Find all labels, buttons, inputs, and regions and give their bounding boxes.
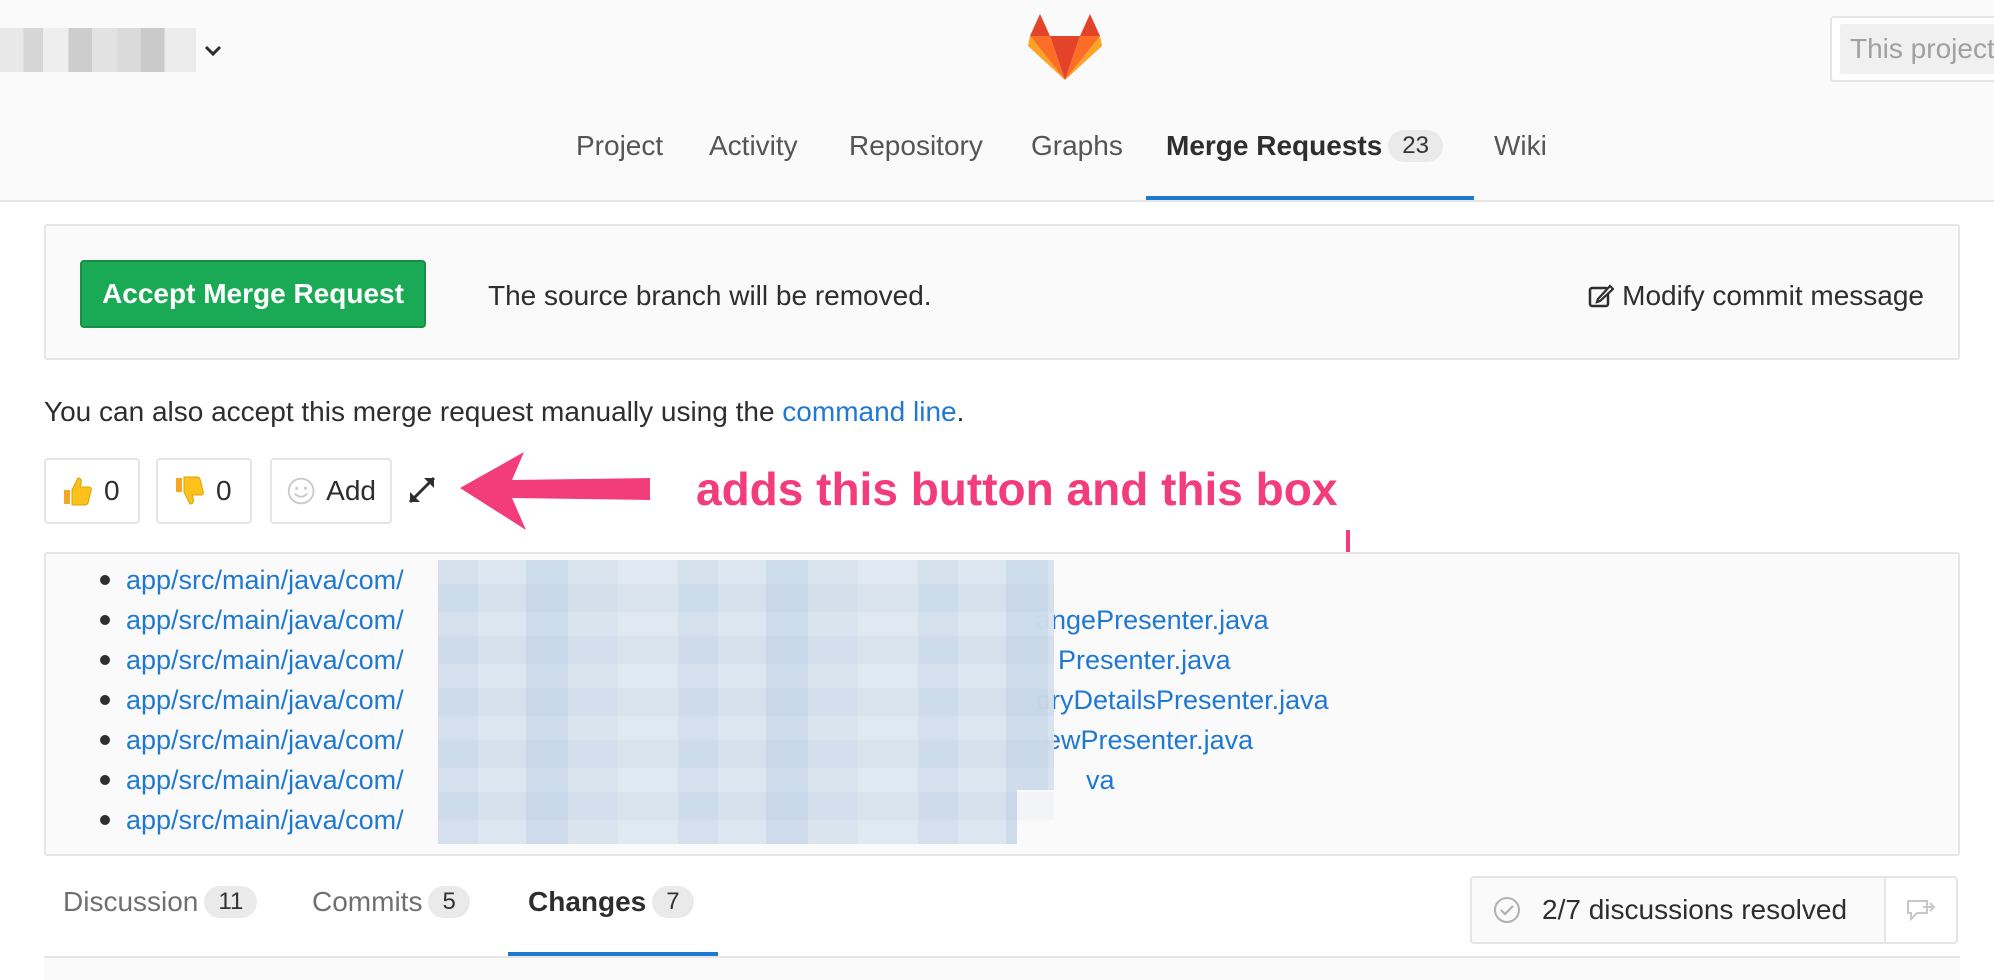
comment-arrow-icon — [1907, 900, 1936, 922]
jump-to-unresolved-button[interactable] — [1884, 876, 1958, 944]
file-path-suffix: angePresenter.java — [1036, 605, 1269, 635]
project-switcher[interactable] — [0, 22, 224, 78]
file-path-prefix: app/src/main/java/com/ — [126, 725, 404, 755]
check-circle-icon — [1494, 897, 1520, 923]
annotation-arrow-icon — [460, 452, 650, 530]
nav-activity[interactable]: Activity — [709, 130, 798, 162]
merge-widget: Accept Merge Request The source branch w… — [44, 224, 1960, 360]
content-strip — [44, 958, 1960, 980]
file-path-prefix: app/src/main/java/com/ — [126, 765, 404, 795]
edit-icon — [1588, 284, 1615, 308]
manual-merge-text: You can also accept this merge request m… — [44, 396, 783, 427]
chevron-down-icon — [204, 45, 222, 57]
file-path-prefix: app/src/main/java/com/ — [126, 605, 404, 635]
file-link[interactable]: app/src/main/java/com/ — [46, 560, 456, 600]
thumbs-up-award-button[interactable]: 0 — [44, 458, 140, 524]
accept-merge-request-button[interactable]: Accept Merge Request — [80, 260, 426, 328]
smiley-icon — [287, 477, 315, 505]
add-award-label: Add — [326, 475, 376, 506]
file-link[interactable]: app/src/main/java/com/va — [46, 760, 1115, 800]
discussions-resolved-status: 2/7 discussions resolved — [1470, 876, 1886, 944]
add-award-button[interactable]: Add — [270, 458, 392, 524]
tab-changes[interactable]: Changes 7 — [528, 886, 694, 918]
changed-files-list: app/src/main/java/com/ app/src/main/java… — [46, 560, 1329, 840]
file-path-suffix: va — [1086, 765, 1115, 795]
file-path-prefix: app/src/main/java/com/ — [126, 565, 404, 595]
tab-changes-label: Changes — [528, 886, 647, 917]
nav-merge-requests-label: Merge Requests — [1166, 130, 1383, 161]
annotation-text: adds this button and this box — [696, 463, 1338, 515]
active-nav-indicator — [1146, 196, 1474, 200]
gitlab-logo-icon[interactable] — [1028, 14, 1102, 82]
file-link[interactable]: app/src/main/java/com/Presenter.java — [46, 640, 1231, 680]
nav-wiki[interactable]: Wiki — [1494, 130, 1547, 162]
manual-merge-hint: You can also accept this merge request m… — [44, 396, 964, 428]
file-link[interactable]: app/src/main/java/com/angePresenter.java — [46, 600, 1269, 640]
source-branch-removed-text: The source branch will be removed. — [488, 280, 932, 311]
command-line-link[interactable]: command line — [782, 396, 956, 427]
redacted-file-paths — [438, 560, 1054, 844]
search-input[interactable]: This project — [1840, 24, 1994, 74]
file-link[interactable]: app/src/main/java/com/ — [46, 800, 456, 840]
thumbs-down-icon — [176, 476, 204, 505]
file-link[interactable]: app/src/main/java/com/ewPresenter.java — [46, 720, 1253, 760]
file-path-suffix: ewPresenter.java — [1046, 725, 1254, 755]
file-link[interactable]: app/src/main/java/com/oryDetailsPresente… — [46, 680, 1329, 720]
file-path-prefix: app/src/main/java/com/ — [126, 685, 404, 715]
changes-count-badge: 7 — [652, 886, 694, 918]
thumbs-up-count: 0 — [104, 475, 120, 506]
thumbs-down-award-button[interactable]: 0 — [156, 458, 252, 524]
changed-files-box: app/src/main/java/com/ app/src/main/java… — [44, 552, 1960, 856]
redacted-project-name — [0, 28, 196, 72]
tab-commits[interactable]: Commits 5 — [312, 886, 470, 918]
commits-count-badge: 5 — [428, 886, 470, 918]
nav-graphs[interactable]: Graphs — [1031, 130, 1123, 162]
thumbs-down-count: 0 — [216, 475, 232, 506]
thumbs-up-icon — [64, 477, 92, 506]
manual-merge-suffix: . — [956, 396, 965, 427]
nav-repository[interactable]: Repository — [849, 130, 983, 162]
discussions-resolved-text: 2/7 discussions resolved — [1542, 894, 1848, 925]
project-nav: Project Activity Repository Graphs Merge… — [0, 116, 1994, 202]
modify-commit-message-link[interactable]: Modify commit message — [1588, 280, 1924, 312]
file-path-prefix: app/src/main/java/com/ — [126, 805, 404, 835]
tab-commits-label: Commits — [312, 886, 423, 917]
modify-commit-message-label: Modify commit message — [1622, 280, 1924, 311]
file-path-suffix: oryDetailsPresenter.java — [1036, 685, 1329, 715]
top-header: This project Project Activity Repository… — [0, 0, 1994, 202]
tab-discussion[interactable]: Discussion 11 — [63, 886, 258, 918]
file-path-suffix: Presenter.java — [1058, 645, 1231, 675]
merge-requests-count-badge: 23 — [1388, 130, 1443, 162]
discussion-count-badge: 11 — [204, 886, 258, 918]
nav-project[interactable]: Project — [576, 130, 663, 162]
nav-merge-requests[interactable]: Merge Requests 23 — [1166, 130, 1443, 162]
expand-icon[interactable] — [406, 474, 438, 506]
tab-discussion-label: Discussion — [63, 886, 199, 917]
file-path-prefix: app/src/main/java/com/ — [126, 645, 404, 675]
search-box[interactable]: This project — [1830, 16, 1994, 82]
